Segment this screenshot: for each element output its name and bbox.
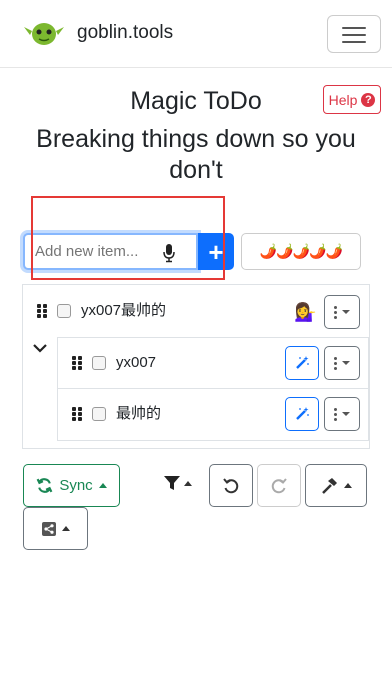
chevron-down-icon[interactable] bbox=[33, 343, 47, 353]
kebab-icon bbox=[334, 305, 337, 319]
sync-icon bbox=[36, 478, 53, 493]
filter-button[interactable] bbox=[158, 468, 198, 498]
magic-wand-icon bbox=[296, 407, 309, 420]
add-item-button[interactable]: + bbox=[198, 233, 234, 270]
share-button[interactable] bbox=[23, 507, 88, 550]
tools-button[interactable] bbox=[305, 464, 367, 507]
redo-icon bbox=[271, 477, 287, 493]
undo-icon bbox=[223, 477, 239, 493]
sync-label: Sync bbox=[59, 477, 93, 494]
drag-handle-icon[interactable] bbox=[72, 407, 84, 421]
undo-button[interactable] bbox=[209, 464, 253, 507]
share-icon bbox=[41, 521, 56, 536]
subtask-menu-button[interactable] bbox=[324, 397, 360, 431]
microphone-icon[interactable] bbox=[162, 243, 176, 263]
task-text[interactable]: yx007最帅的 bbox=[81, 302, 166, 320]
caret-down-icon bbox=[342, 412, 350, 416]
task-emoji: 💁‍♀️ bbox=[294, 302, 317, 322]
caret-up-icon bbox=[61, 526, 70, 531]
drag-handle-icon[interactable] bbox=[72, 356, 84, 370]
caret-down-icon bbox=[342, 361, 350, 365]
redo-button[interactable] bbox=[257, 464, 301, 507]
magic-wand-icon bbox=[296, 356, 309, 369]
help-button[interactable]: Help ? bbox=[323, 85, 381, 114]
sync-button[interactable]: Sync bbox=[23, 464, 120, 507]
question-circle-icon: ? bbox=[361, 92, 376, 107]
caret-up-icon bbox=[344, 483, 352, 488]
subtask-divider bbox=[58, 388, 368, 389]
hammer-icon bbox=[322, 477, 337, 494]
spiciness-level: 🌶️🌶️🌶️🌶️🌶️ bbox=[259, 243, 343, 259]
caret-up-icon bbox=[98, 483, 107, 488]
caret-down-icon bbox=[342, 310, 350, 314]
task-menu-button[interactable] bbox=[324, 295, 360, 329]
subtask-list bbox=[57, 337, 369, 441]
help-label: Help bbox=[328, 91, 358, 108]
magic-breakdown-button[interactable] bbox=[285, 346, 319, 380]
caret-up-icon bbox=[184, 480, 192, 486]
kebab-icon bbox=[334, 407, 337, 421]
task-checkbox[interactable] bbox=[57, 304, 71, 318]
spiciness-button[interactable]: 🌶️🌶️🌶️🌶️🌶️ bbox=[241, 233, 361, 270]
brand-name[interactable]: goblin.tools bbox=[77, 21, 173, 45]
subtask-menu-button[interactable] bbox=[324, 346, 360, 380]
kebab-icon bbox=[334, 356, 337, 370]
subtask-checkbox[interactable] bbox=[92, 407, 106, 421]
filter-icon bbox=[164, 475, 180, 490]
subtask-text[interactable]: 最帅的 bbox=[116, 405, 161, 423]
subtask-text[interactable]: yx007 bbox=[116, 354, 156, 372]
subtask-checkbox[interactable] bbox=[92, 356, 106, 370]
plus-icon: + bbox=[208, 236, 224, 267]
magic-breakdown-button[interactable] bbox=[285, 397, 319, 431]
drag-handle-icon[interactable] bbox=[37, 304, 49, 318]
goblin-logo-icon[interactable] bbox=[24, 20, 64, 46]
menu-toggle-button[interactable] bbox=[327, 15, 381, 53]
page-subtitle: Breaking things down so you don't bbox=[36, 125, 356, 184]
